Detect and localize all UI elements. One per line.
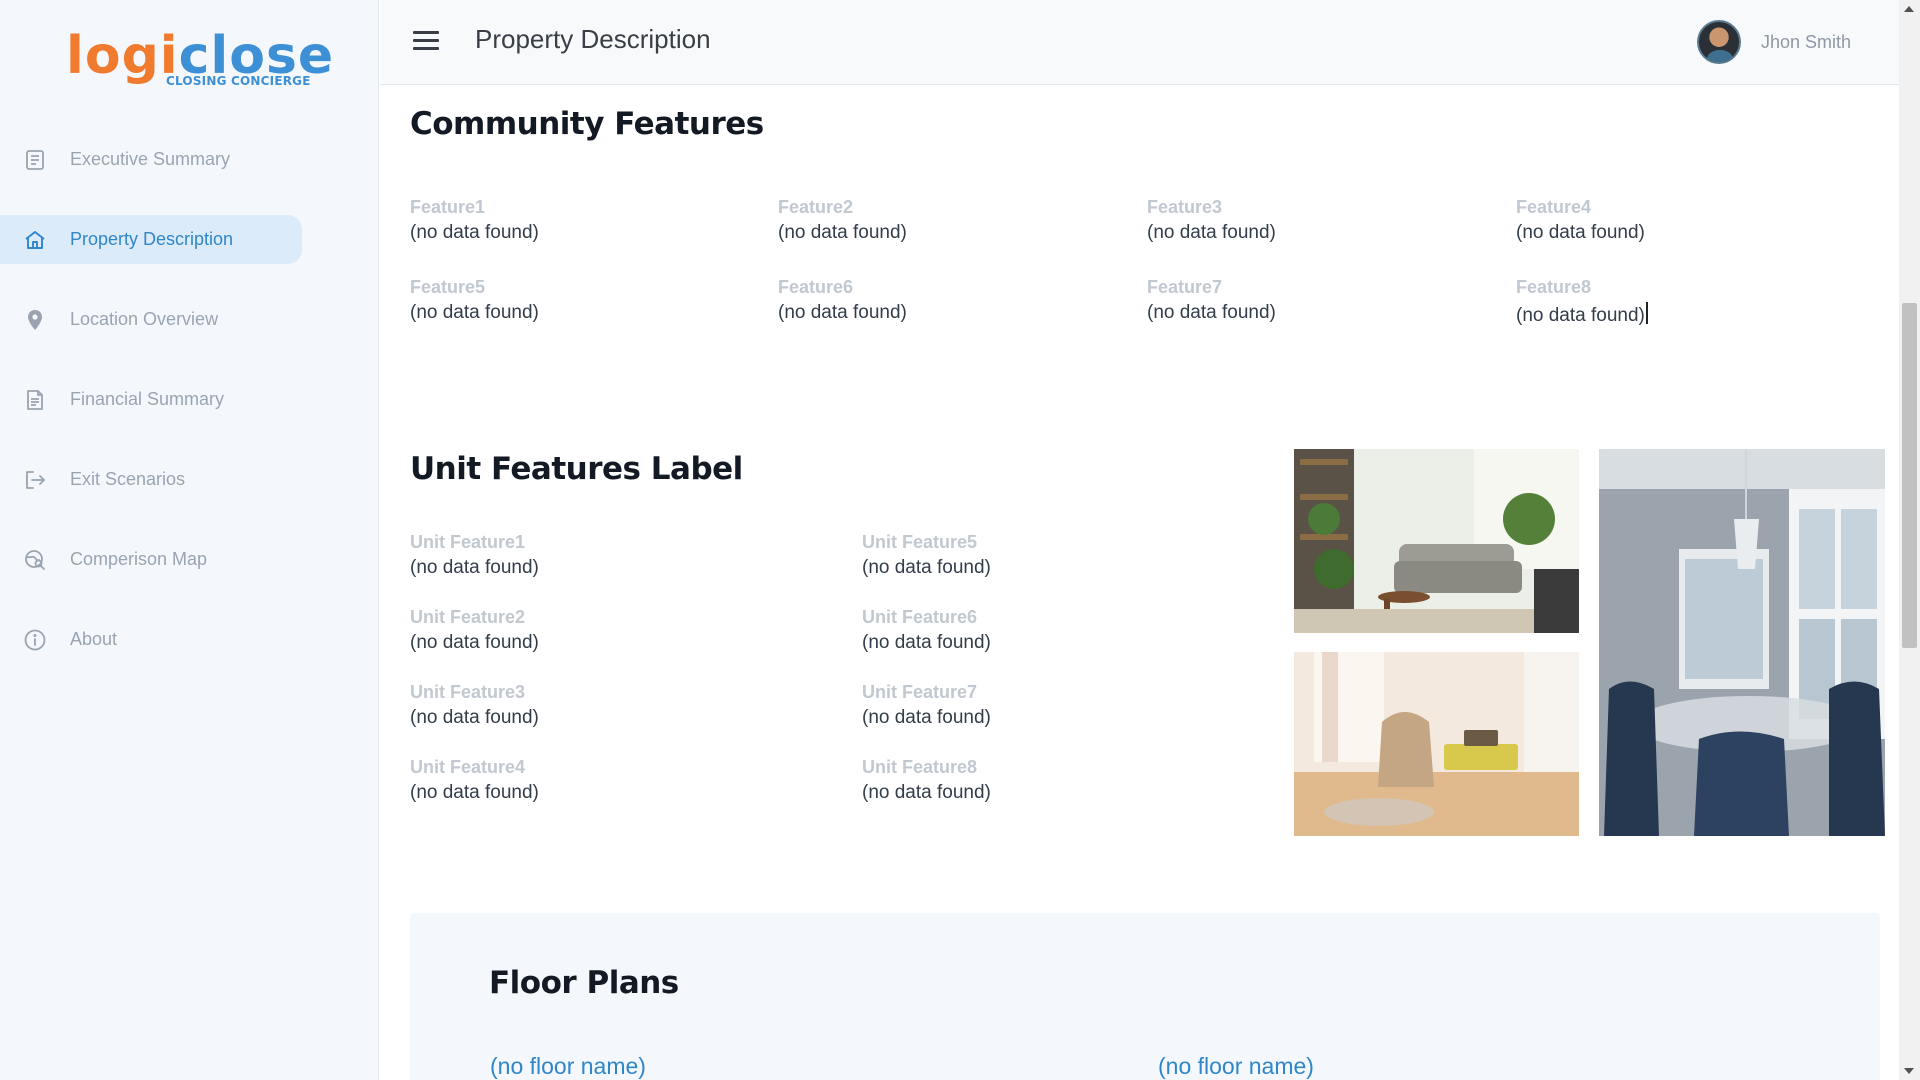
- top-header: Property Description Jhon Smith: [380, 0, 1899, 85]
- unit-photo-sitting-room[interactable]: [1294, 652, 1579, 836]
- unit-feature-6: Unit Feature6 (no data found): [862, 607, 991, 653]
- sidebar-item-comperison-map[interactable]: Comperison Map: [0, 535, 302, 584]
- scroll-up-arrow-icon[interactable]: [1904, 6, 1914, 12]
- feature-8-value: (no data found): [1516, 305, 1645, 326]
- unit-feature-3: Unit Feature3 (no data found): [410, 682, 539, 728]
- community-feature-8: Feature8 (no data found): [1516, 277, 1648, 327]
- logo-tagline: CLOSING CONCIERGE: [166, 74, 311, 88]
- unit-feature-8: Unit Feature8 (no data found): [862, 757, 991, 803]
- location-pin-icon: [22, 307, 48, 333]
- user-menu[interactable]: Jhon Smith: [1696, 20, 1851, 64]
- sidebar-item-label: Executive Summary: [70, 149, 231, 169]
- unit-photo-living-room[interactable]: [1294, 449, 1579, 633]
- sidebar-item-about[interactable]: About: [0, 615, 302, 664]
- community-features-title: Community Features: [410, 106, 764, 142]
- floor-plans-panel: Floor Plans (no floor name) (no floor na…: [410, 913, 1880, 1080]
- community-feature-2: Feature2 (no data found): [778, 197, 907, 243]
- sidebar-item-label: Exit Scenarios: [70, 469, 186, 489]
- sidebar: logiclose CLOSING CONCIERGE Executive Su…: [0, 0, 379, 1080]
- unit-feature-2: Unit Feature2 (no data found): [410, 607, 539, 653]
- page-scrollbar[interactable]: [1899, 0, 1920, 1080]
- floor-name-link[interactable]: (no floor name): [490, 1053, 646, 1080]
- text-caret: [1645, 302, 1648, 324]
- sidebar-item-label: Comperison Map: [70, 549, 208, 569]
- map-search-icon: [22, 547, 48, 573]
- community-feature-6: Feature6 (no data found): [778, 277, 907, 323]
- hamburger-menu-icon[interactable]: [413, 31, 439, 53]
- main-content: Community Features Feature1 (no data fou…: [380, 86, 1899, 1080]
- community-feature-5: Feature5 (no data found): [410, 277, 539, 323]
- community-feature-3: Feature3 (no data found): [1147, 197, 1276, 243]
- community-feature-4: Feature4 (no data found): [1516, 197, 1645, 243]
- unit-features-title: Unit Features Label: [410, 451, 743, 487]
- sidebar-item-exit-scenarios[interactable]: Exit Scenarios: [0, 455, 302, 504]
- info-icon: [22, 627, 48, 653]
- sidebar-item-location-overview[interactable]: Location Overview: [0, 295, 302, 344]
- avatar[interactable]: [1696, 20, 1741, 64]
- unit-feature-7: Unit Feature7 (no data found): [862, 682, 991, 728]
- logo[interactable]: logiclose CLOSING CONCIERGE: [66, 30, 333, 94]
- floor-name-link[interactable]: (no floor name): [1158, 1053, 1314, 1080]
- community-feature-7: Feature7 (no data found): [1147, 277, 1276, 323]
- exit-icon: [22, 467, 48, 493]
- unit-feature-4: Unit Feature4 (no data found): [410, 757, 539, 803]
- unit-feature-1: Unit Feature1 (no data found): [410, 532, 539, 578]
- sidebar-item-executive-summary[interactable]: Executive Summary: [0, 135, 302, 184]
- sidebar-item-label: About: [70, 629, 118, 649]
- sidebar-nav: Executive Summary Property Description L…: [0, 135, 379, 695]
- unit-photo-dining-room[interactable]: [1599, 449, 1885, 836]
- community-feature-1: Feature1 (no data found): [410, 197, 539, 243]
- sidebar-item-label: Location Overview: [70, 309, 219, 329]
- scrollbar-thumb[interactable]: [1902, 303, 1917, 648]
- document-list-icon: [22, 147, 48, 173]
- sidebar-item-financial-summary[interactable]: Financial Summary: [0, 375, 302, 424]
- sidebar-item-label: Financial Summary: [70, 389, 225, 409]
- page-title: Property Description: [475, 24, 711, 54]
- user-name: Jhon Smith: [1760, 31, 1851, 52]
- unit-feature-5: Unit Feature5 (no data found): [862, 532, 991, 578]
- floor-plans-title: Floor Plans: [489, 965, 679, 1001]
- sidebar-item-label: Property Description: [70, 229, 234, 249]
- document-text-icon: [22, 387, 48, 413]
- scroll-down-arrow-icon[interactable]: [1904, 1068, 1914, 1074]
- home-icon: [22, 227, 48, 253]
- sidebar-item-property-description[interactable]: Property Description: [0, 215, 302, 264]
